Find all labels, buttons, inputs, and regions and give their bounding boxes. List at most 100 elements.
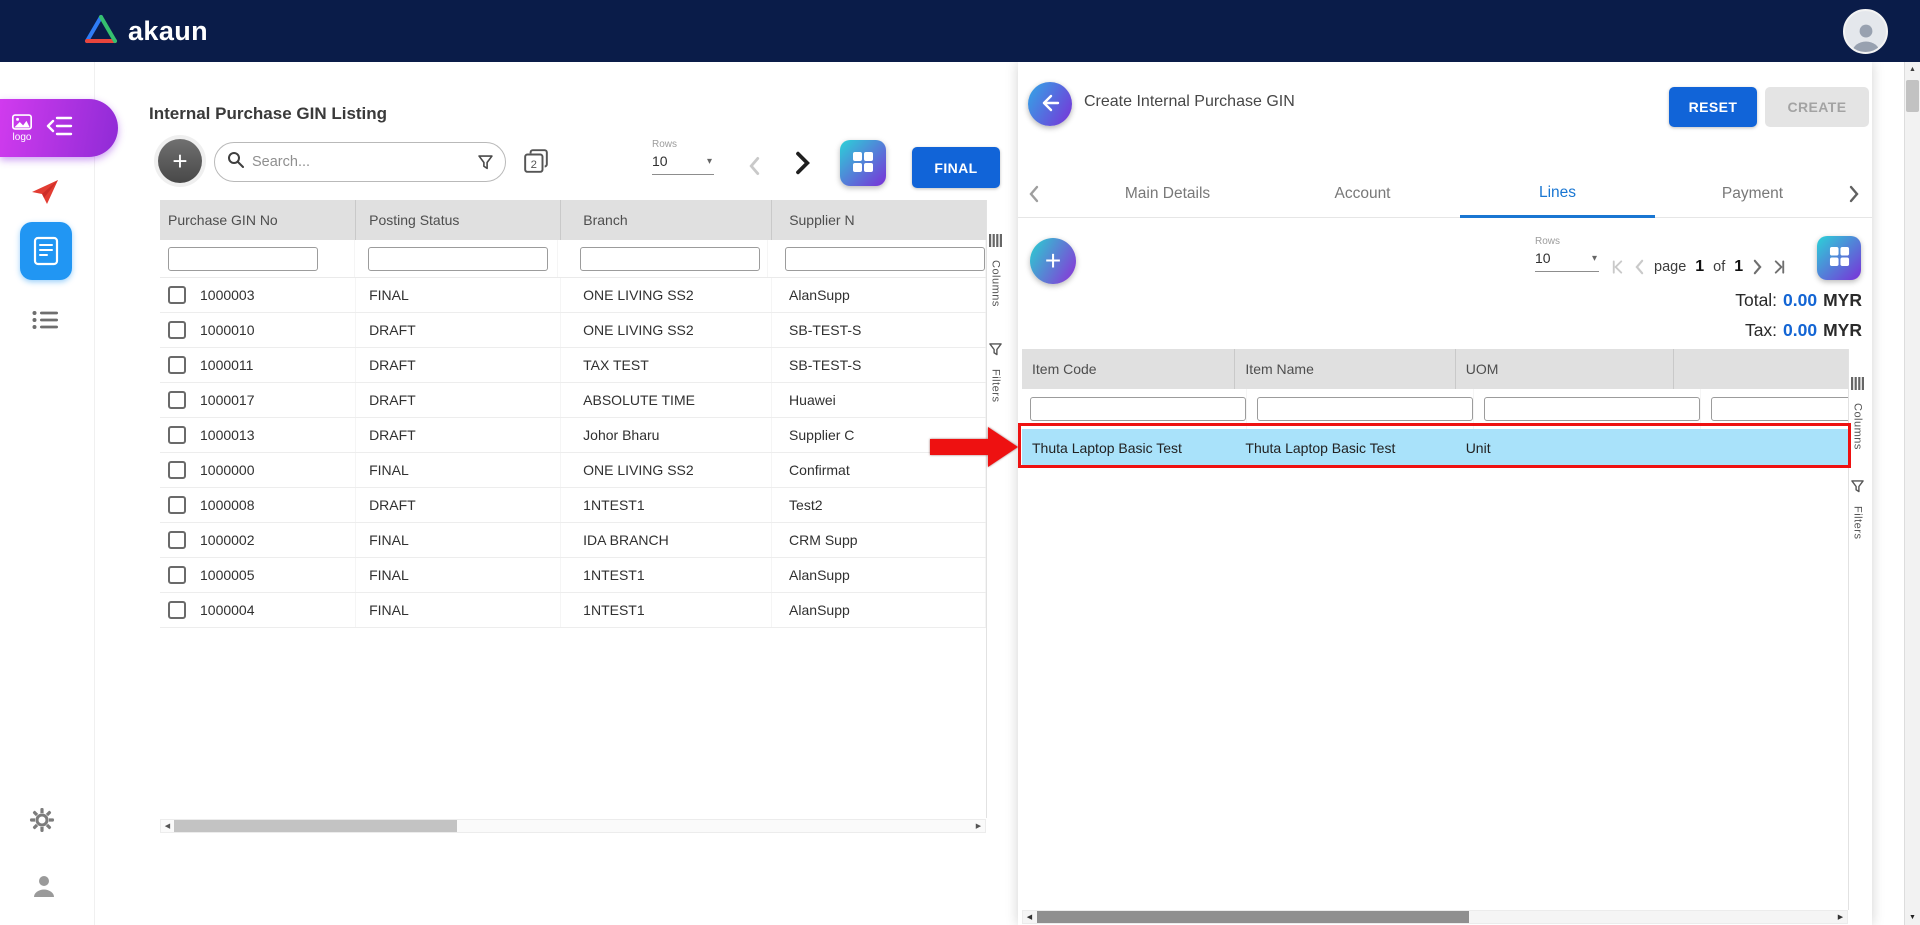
grid-view-button[interactable] bbox=[840, 140, 886, 186]
first-page-icon[interactable] bbox=[1610, 259, 1625, 275]
next-page-icon[interactable] bbox=[1752, 259, 1763, 275]
cell-supplier: CRM Supp bbox=[772, 523, 986, 557]
scrollbar-thumb[interactable] bbox=[1906, 80, 1919, 112]
filter-2-copy-icon[interactable]: 2 bbox=[523, 148, 549, 174]
scroll-left-icon[interactable]: ◀ bbox=[161, 820, 174, 832]
search-input[interactable] bbox=[252, 154, 470, 170]
prev-page-icon[interactable] bbox=[1634, 259, 1645, 275]
tab-lines[interactable]: Lines bbox=[1460, 170, 1655, 218]
scroll-down-icon[interactable]: ▼ bbox=[1905, 910, 1920, 925]
rows-per-page-select[interactable]: Rows 10 ▾ bbox=[652, 139, 714, 175]
sidebar-logo-pill[interactable]: logo bbox=[0, 99, 118, 157]
row-checkbox[interactable] bbox=[168, 531, 186, 549]
header-item-name[interactable]: Item Name bbox=[1235, 349, 1455, 389]
table-row[interactable]: 1000005 FINAL 1NTEST1 AlanSupp bbox=[160, 558, 986, 593]
back-button[interactable] bbox=[1028, 82, 1072, 126]
table-header-row: Purchase GIN No Posting Status Branch Su… bbox=[160, 200, 986, 240]
table-row[interactable]: 1000000 FINAL ONE LIVING SS2 Confirmat bbox=[160, 453, 986, 488]
columns-strip-toggle[interactable]: Columns bbox=[990, 260, 1002, 307]
table-row[interactable]: 1000002 FINAL IDA BRANCH CRM Supp bbox=[160, 523, 986, 558]
filter-funnel-icon[interactable] bbox=[478, 155, 493, 170]
table-row[interactable]: 1000013 DRAFT Johor Bharu Supplier C bbox=[160, 418, 986, 453]
table-row[interactable]: 1000003 FINAL ONE LIVING SS2 AlanSupp bbox=[160, 278, 986, 313]
row-checkbox[interactable] bbox=[168, 321, 186, 339]
cell-gin-no: 1000002 bbox=[200, 532, 255, 548]
table-row[interactable]: 1000011 DRAFT TAX TEST SB-TEST-S bbox=[160, 348, 986, 383]
row-checkbox[interactable] bbox=[168, 286, 186, 304]
plus-icon: + bbox=[172, 146, 187, 177]
next-page-chevron[interactable] bbox=[794, 151, 810, 175]
row-checkbox[interactable] bbox=[168, 566, 186, 584]
prev-page-chevron[interactable] bbox=[748, 156, 761, 176]
scrollbar-thumb[interactable] bbox=[174, 820, 457, 832]
app-icon-red[interactable] bbox=[28, 176, 62, 208]
filters-strip-toggle[interactable]: Filters bbox=[990, 369, 1002, 402]
tax-value: 0.00 bbox=[1783, 320, 1817, 341]
broken-logo-image: logo bbox=[12, 114, 32, 143]
rows-value: 10 bbox=[652, 153, 668, 169]
add-line-button[interactable]: + bbox=[1030, 238, 1076, 284]
filters-funnel-icon[interactable] bbox=[989, 343, 1002, 361]
tabs-scroll-right-icon[interactable] bbox=[1848, 185, 1860, 208]
tab-main-details[interactable]: Main Details bbox=[1070, 170, 1265, 218]
row-checkbox[interactable] bbox=[168, 426, 186, 444]
filter-input-item-name[interactable] bbox=[1257, 397, 1473, 421]
lines-grid-view-button[interactable] bbox=[1817, 236, 1861, 280]
row-checkbox[interactable] bbox=[168, 391, 186, 409]
header-supplier[interactable]: Supplier N bbox=[772, 200, 986, 240]
filter-input-extra[interactable] bbox=[1711, 397, 1848, 421]
scroll-left-icon[interactable]: ◀ bbox=[1023, 911, 1036, 923]
lines-rows-per-page-select[interactable]: Rows 10 ▾ bbox=[1535, 236, 1599, 272]
selected-line-row[interactable]: Thuta Laptop Basic Test Thuta Laptop Bas… bbox=[1022, 429, 1848, 466]
lines-table: Item Code Item Name UOM Thuta Laptop Bas… bbox=[1022, 349, 1848, 466]
scroll-up-icon[interactable]: ▲ bbox=[1905, 62, 1920, 77]
header-item-code[interactable]: Item Code bbox=[1022, 349, 1235, 389]
table-row[interactable]: 1000004 FINAL 1NTEST1 AlanSupp bbox=[160, 593, 986, 628]
header-posting-status[interactable]: Posting Status bbox=[356, 200, 561, 240]
page-vertical-scrollbar[interactable]: ▲ ▼ bbox=[1904, 62, 1920, 925]
add-record-button[interactable]: + bbox=[158, 139, 202, 183]
lines-horizontal-scrollbar[interactable]: ◀ ▶ bbox=[1022, 910, 1848, 924]
reset-button[interactable]: RESET bbox=[1669, 87, 1757, 127]
last-page-icon[interactable] bbox=[1772, 259, 1787, 275]
final-status-button[interactable]: FINAL bbox=[912, 147, 1000, 188]
scroll-right-icon[interactable]: ▶ bbox=[972, 820, 985, 832]
profile-person-icon[interactable] bbox=[30, 872, 58, 900]
brand-logo[interactable]: akaun bbox=[84, 14, 208, 49]
user-avatar[interactable] bbox=[1843, 9, 1888, 54]
table-row[interactable]: 1000010 DRAFT ONE LIVING SS2 SB-TEST-S bbox=[160, 313, 986, 348]
header-purchase-gin-no[interactable]: Purchase GIN No bbox=[160, 200, 356, 240]
table-row[interactable]: 1000017 DRAFT ABSOLUTE TIME Huawei bbox=[160, 383, 986, 418]
list-menu-icon[interactable] bbox=[30, 308, 60, 332]
row-checkbox[interactable] bbox=[168, 356, 186, 374]
create-button[interactable]: CREATE bbox=[1765, 87, 1869, 127]
columns-grip-icon[interactable] bbox=[1851, 377, 1864, 395]
filter-input-branch[interactable] bbox=[580, 247, 760, 271]
filter-input-supplier[interactable] bbox=[785, 247, 985, 271]
header-uom[interactable]: UOM bbox=[1456, 349, 1675, 389]
filter-input-posting-status[interactable] bbox=[368, 247, 548, 271]
tab-account[interactable]: Account bbox=[1265, 170, 1460, 218]
settings-gear-icon[interactable] bbox=[26, 804, 58, 836]
tabs-scroll-left-icon[interactable] bbox=[1028, 185, 1040, 208]
columns-strip-toggle[interactable]: Columns bbox=[1852, 403, 1864, 450]
row-checkbox[interactable] bbox=[168, 461, 186, 479]
cell-supplier: SB-TEST-S bbox=[772, 313, 986, 347]
header-branch[interactable]: Branch bbox=[561, 200, 772, 240]
filter-input-gin-no[interactable] bbox=[168, 247, 318, 271]
tab-payment[interactable]: Payment bbox=[1655, 170, 1850, 218]
scroll-right-icon[interactable]: ▶ bbox=[1834, 911, 1847, 923]
table-row[interactable]: 1000008 DRAFT 1NTEST1 Test2 bbox=[160, 488, 986, 523]
row-checkbox[interactable] bbox=[168, 496, 186, 514]
collapse-menu-icon[interactable] bbox=[46, 115, 74, 142]
filter-input-item-code[interactable] bbox=[1030, 397, 1246, 421]
listing-horizontal-scrollbar[interactable]: ◀ ▶ bbox=[160, 819, 986, 833]
filters-strip-toggle[interactable]: Filters bbox=[1852, 506, 1864, 539]
scrollbar-thumb[interactable] bbox=[1037, 911, 1469, 923]
cell-posting-status: DRAFT bbox=[356, 313, 561, 347]
app-icon-document-active[interactable] bbox=[20, 222, 72, 280]
row-checkbox[interactable] bbox=[168, 601, 186, 619]
columns-grip-icon[interactable] bbox=[989, 234, 1002, 252]
filters-funnel-icon[interactable] bbox=[1851, 480, 1864, 498]
filter-input-uom[interactable] bbox=[1484, 397, 1700, 421]
